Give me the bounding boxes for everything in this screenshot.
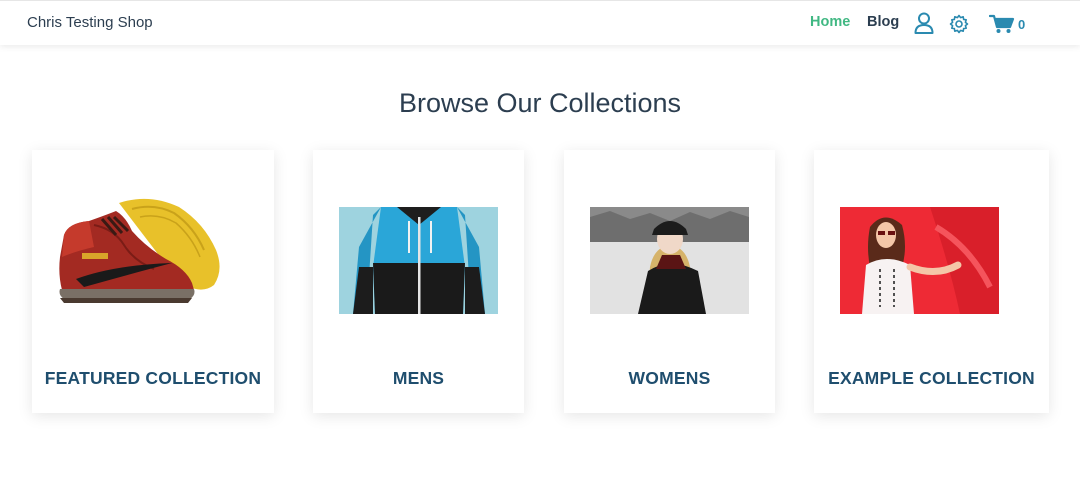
collection-title[interactable]: WOMENS: [564, 368, 775, 389]
shop-brand-link[interactable]: Chris Testing Shop: [27, 14, 153, 31]
mens-jacket-image: [339, 207, 498, 314]
collection-title[interactable]: FEATURED COLLECTION: [32, 368, 274, 389]
collection-title[interactable]: MENS: [313, 368, 524, 389]
cart-count-badge[interactable]: 0: [1018, 17, 1025, 32]
nav-blog-link[interactable]: Blog: [867, 14, 899, 30]
collection-card-mens[interactable]: MENS: [313, 150, 524, 413]
top-navbar: Chris Testing Shop Home Blog 0: [0, 0, 1080, 45]
collection-card-womens[interactable]: WOMENS: [564, 150, 775, 413]
collection-title[interactable]: EXAMPLE COLLECTION: [814, 368, 1049, 389]
sneaker-image: [59, 198, 220, 303]
gear-icon[interactable]: [949, 14, 969, 34]
user-icon[interactable]: [914, 12, 934, 34]
example-portrait-image: [840, 207, 999, 314]
nav-home-link[interactable]: Home: [810, 14, 850, 30]
womens-winter-image: [590, 207, 749, 314]
page-heading: Browse Our Collections: [398, 88, 682, 118]
collection-card-featured[interactable]: FEATURED COLLECTION: [32, 150, 274, 413]
cart-icon[interactable]: [989, 14, 1015, 34]
collection-card-example[interactable]: EXAMPLE COLLECTION: [814, 150, 1049, 413]
